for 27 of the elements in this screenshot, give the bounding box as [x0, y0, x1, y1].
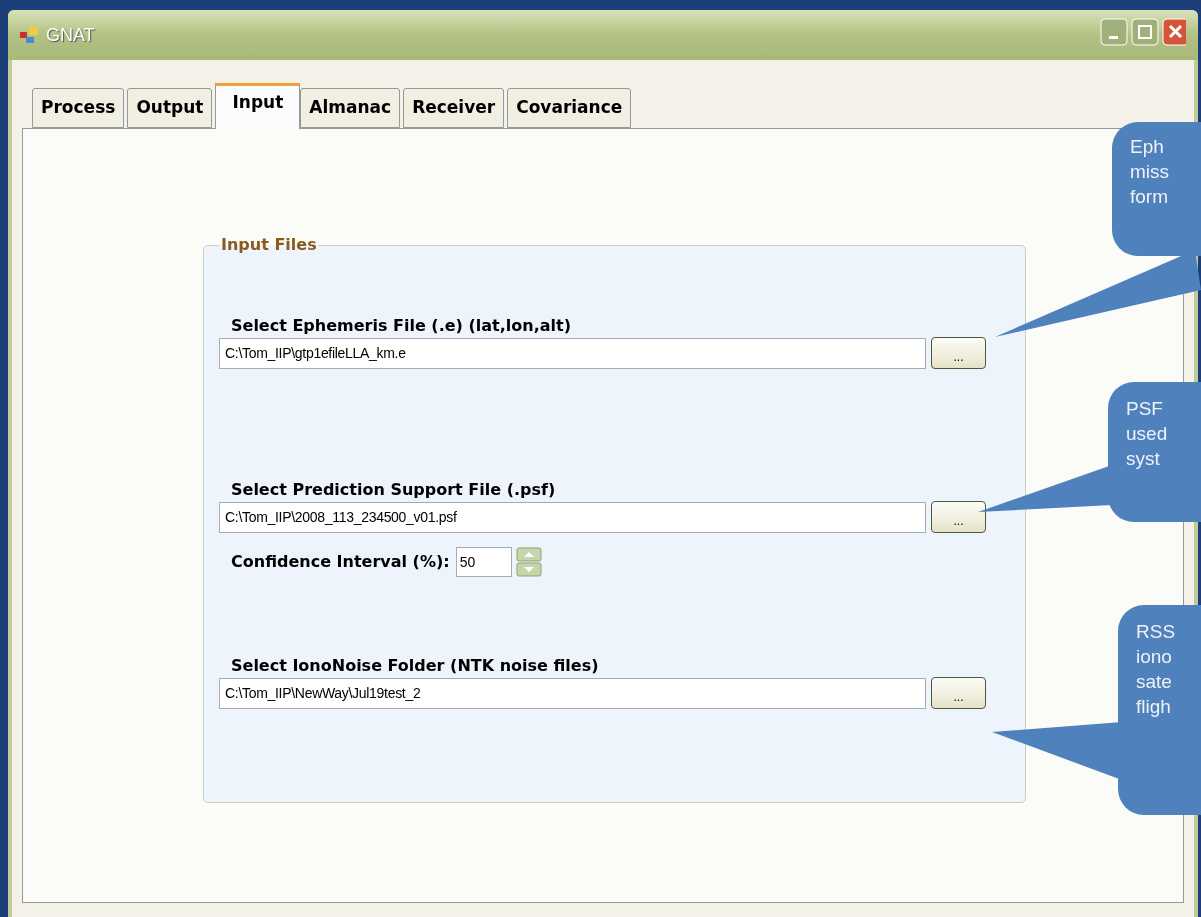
callout-text: Eph miss form	[1130, 135, 1171, 209]
spinner-arrows-icon[interactable]	[515, 547, 542, 577]
group-title: Input Files	[220, 234, 318, 256]
number-field[interactable]: 50	[455, 547, 512, 577]
tab[interactable]: Almanac	[300, 88, 401, 128]
tab[interactable]: Input	[215, 83, 301, 129]
maximize-icon[interactable]	[1131, 18, 1159, 46]
app-icon	[20, 26, 40, 44]
close-icon[interactable]	[1162, 18, 1186, 46]
callout-text: PSF used syst	[1126, 397, 1169, 471]
window-title: GNAT	[46, 23, 95, 47]
field-label: Select IonoNoise Folder (NTK noise files)	[231, 655, 600, 677]
browse-button[interactable]: ...	[931, 501, 986, 533]
file-path-field[interactable]: C:\Tom_IIP\gtp1efileLLA_km.e	[219, 337, 926, 369]
browse-button[interactable]: ...	[931, 337, 986, 369]
field-label: Select Ephemeris File (.e) (lat,lon,alt)	[231, 315, 572, 337]
file-path-field[interactable]: C:\Tom_IIP\NewWay\Jul19test_2	[219, 677, 926, 709]
tab[interactable]: Receiver	[403, 88, 505, 128]
minimize-icon[interactable]	[1100, 18, 1128, 46]
file-path-field[interactable]: C:\Tom_IIP\2008_113_234500_v01.psf	[219, 501, 926, 533]
browse-button[interactable]: ...	[931, 677, 986, 709]
tab[interactable]: Process	[32, 88, 125, 128]
tab[interactable]: Covariance	[507, 88, 632, 128]
tab[interactable]: Output	[127, 88, 213, 128]
field-label: Confidence Interval (%):	[231, 551, 450, 573]
callout-text: RSS iono sate fligh	[1136, 620, 1177, 719]
field-label: Select Prediction Support File (.psf)	[231, 479, 557, 501]
